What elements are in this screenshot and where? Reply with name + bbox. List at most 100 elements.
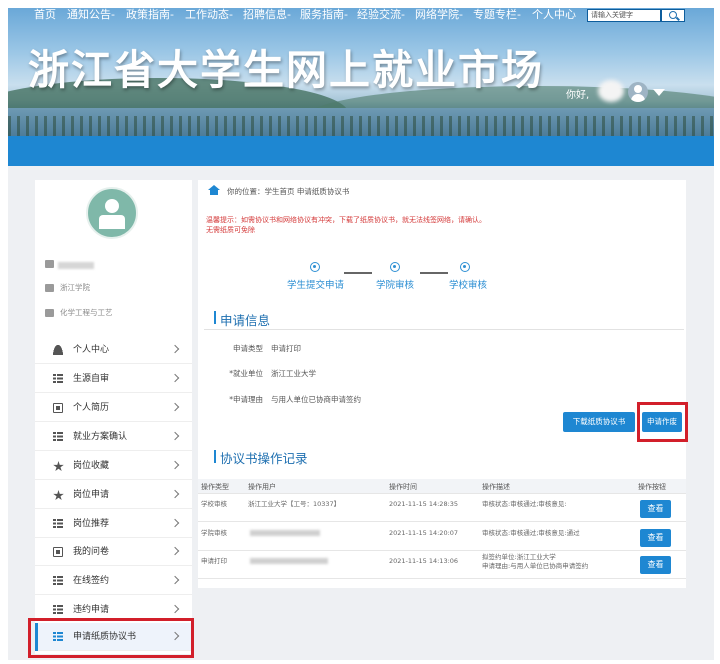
notice-text: 温馨提示：如需协议书和网络协议有冲突，下载了纸质协议书，就无法线签网络，请确认。… — [206, 216, 486, 234]
highlight-box-void — [637, 402, 688, 442]
nav-jobs[interactable]: 招聘信息- — [243, 0, 291, 30]
banner-reeds — [8, 116, 714, 136]
list-icon — [53, 576, 63, 586]
profile-avatar-icon — [86, 187, 138, 239]
row-3-desc-2: 申请理由:与用人单位已协商申请签约 — [482, 562, 589, 570]
row-divider — [198, 521, 686, 522]
list-icon — [53, 432, 63, 442]
step-connector — [344, 272, 372, 274]
user-avatar-icon[interactable] — [628, 82, 648, 102]
search-button[interactable] — [661, 9, 685, 22]
main-nav — [8, 136, 714, 166]
chevron-right-icon — [170, 489, 180, 499]
chevron-right-icon — [170, 460, 180, 470]
sidebar-item-online-signing[interactable]: 在线签约 — [35, 567, 192, 595]
list-icon — [53, 519, 63, 529]
row-2-desc: 审核状态:审核通过;审核意见:通过 — [482, 529, 580, 537]
row-1-type: 学校审核 — [201, 500, 227, 508]
col-header-user: 操作用户 — [248, 483, 276, 491]
col-header-type: 操作类型 — [201, 483, 229, 491]
nav-experience[interactable]: 经验交流- — [357, 0, 405, 30]
row-2-view-button[interactable]: 查看 — [640, 529, 671, 547]
breadcrumb: 你的位置：学生首页 申请纸质协议书 — [227, 187, 350, 196]
sidebar-item-resume[interactable]: 个人简历 — [35, 394, 192, 422]
redacted-user — [250, 558, 328, 564]
sidebar-item-employment-plan[interactable]: 就业方案确认 — [35, 423, 192, 451]
chevron-right-icon — [170, 575, 180, 585]
col-header-time: 操作时间 — [389, 483, 417, 491]
section-title-records: 协议书操作记录 — [220, 451, 308, 466]
id-icon — [45, 260, 54, 268]
star-icon — [53, 490, 64, 501]
section-title-apply-info: 申请信息 — [220, 313, 271, 328]
list-icon — [53, 605, 63, 615]
chevron-right-icon — [170, 344, 180, 354]
sidebar-item-job-recommend[interactable]: 岗位推荐 — [35, 510, 192, 538]
chevron-right-icon — [170, 402, 180, 412]
row-3-view-button[interactable]: 查看 — [640, 556, 671, 574]
row-3-type: 申请打印 — [201, 557, 227, 565]
nav-notices[interactable]: 通知公告- — [67, 0, 115, 30]
section-marker — [214, 450, 216, 463]
row-divider — [198, 550, 686, 551]
sidebar-item-source-review[interactable]: 生源自审 — [35, 365, 192, 393]
user-menu-caret-icon[interactable] — [653, 89, 665, 96]
step-2-label: 学院审核 — [376, 280, 415, 291]
field-reason: *申请理由 与用人单位已协商申请签约 — [229, 395, 361, 404]
row-1-user: 浙江工业大学【工号：10337】 — [248, 500, 341, 508]
row-3-time: 2021-11-15 14:13:06 — [389, 557, 459, 565]
document-icon — [53, 403, 63, 413]
download-agreement-button[interactable]: 下载纸质协议书 — [563, 412, 635, 432]
sidebar-item-personal-center[interactable]: 个人中心 — [35, 336, 192, 364]
list-icon — [53, 374, 63, 384]
row-divider — [198, 493, 686, 494]
row-divider — [198, 578, 686, 579]
field-apply-type: 申请类型 申请打印 — [233, 344, 301, 353]
user-greeting: 你好, — [566, 90, 590, 101]
step-3-label: 学校审核 — [449, 280, 488, 291]
nav-personal-center[interactable]: 个人中心 — [532, 0, 576, 30]
section-divider — [204, 329, 684, 330]
sidebar-item-job-favorites[interactable]: 岗位收藏 — [35, 452, 192, 480]
search-input[interactable]: 请输入关键字 — [587, 9, 661, 22]
home-icon[interactable] — [208, 185, 220, 195]
highlight-box-sidebar — [28, 618, 194, 658]
col-header-action: 操作按钮 — [638, 483, 666, 491]
step-connector — [420, 272, 448, 274]
nav-academy[interactable]: 网络学院- — [415, 0, 463, 30]
document-icon — [53, 547, 63, 557]
row-3-desc: 拟签约单位:浙江工业大学 — [482, 553, 556, 561]
nav-policy[interactable]: 政策指南- — [126, 0, 174, 30]
nav-topics[interactable]: 专题专栏- — [473, 0, 521, 30]
chevron-right-icon — [170, 373, 180, 383]
row-1-view-button[interactable]: 查看 — [640, 500, 671, 518]
sidebar-meta-school: 浙江学院 — [45, 282, 90, 293]
row-1-desc: 审核状态:审核通过;审核意见: — [482, 500, 567, 508]
row-2-type: 学院审核 — [201, 529, 227, 537]
redacted-user — [250, 530, 320, 536]
nav-home[interactable]: 首页 — [34, 0, 56, 30]
sidebar-meta-major: 化学工程与工艺 — [45, 307, 113, 318]
nav-service[interactable]: 服务指南- — [300, 0, 348, 30]
section-marker — [214, 311, 216, 324]
chevron-right-icon — [170, 518, 180, 528]
school-icon — [45, 284, 54, 292]
star-icon — [53, 461, 64, 472]
field-employer: *就业单位 浙江工业大学 — [229, 369, 316, 378]
person-icon — [53, 345, 63, 355]
redacted-username — [598, 80, 624, 102]
chevron-right-icon — [170, 604, 180, 614]
content-panel — [198, 180, 686, 588]
row-2-time: 2021-11-15 14:20:07 — [389, 529, 459, 537]
sidebar-item-job-applications[interactable]: 岗位申请 — [35, 481, 192, 509]
chevron-right-icon — [170, 431, 180, 441]
col-header-desc: 操作描述 — [482, 483, 510, 491]
nav-news[interactable]: 工作动态- — [185, 0, 233, 30]
row-1-time: 2021-11-15 14:28:35 — [389, 500, 459, 508]
sidebar-item-questionnaire[interactable]: 我的问卷 — [35, 538, 192, 566]
chevron-right-icon — [170, 546, 180, 556]
major-icon — [45, 309, 54, 317]
step-1-label: 学生提交申请 — [287, 280, 345, 291]
redacted-name — [58, 262, 94, 269]
site-title: 浙江省大学生网上就业市场 — [28, 46, 544, 94]
